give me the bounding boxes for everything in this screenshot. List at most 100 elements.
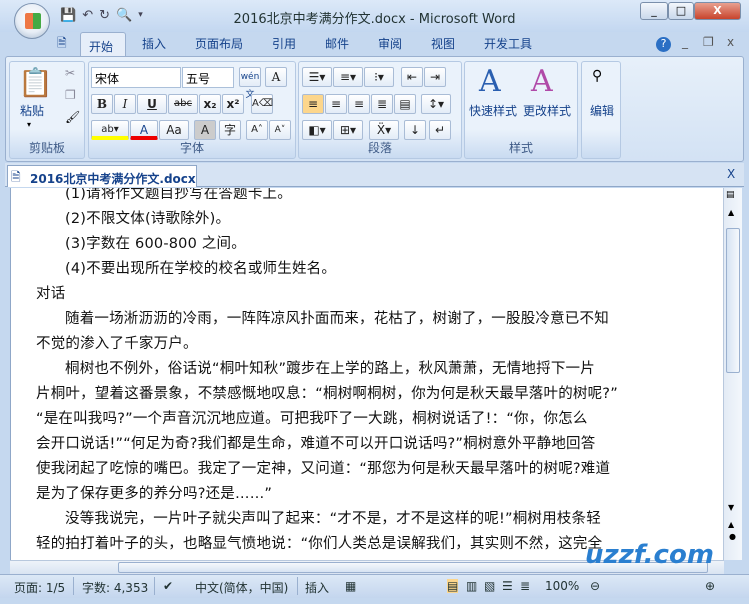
subscript-button[interactable]: x₂ bbox=[199, 94, 221, 114]
borders-button[interactable]: ⊞▾ bbox=[333, 120, 363, 140]
document-line: 桐树也不例外，俗话说“桐叶知秋”踱步在上学的路上，秋风萧萧，无情地捋下一片 bbox=[65, 361, 595, 377]
title-bar: 💾 ↶ ↻ 🔍 ▾ 2016北京中考满分作文.docx - Microsoft … bbox=[0, 0, 749, 32]
close-tab-icon[interactable]: X bbox=[727, 167, 735, 181]
paste-button[interactable]: 粘贴 bbox=[20, 102, 44, 119]
character-shading-button[interactable]: A bbox=[194, 120, 216, 140]
show-marks-button[interactable]: ↵ bbox=[429, 120, 451, 140]
close-button[interactable]: X bbox=[694, 2, 741, 20]
previous-page-icon[interactable]: ▲ bbox=[728, 520, 734, 529]
align-left-button[interactable]: ≡ bbox=[302, 94, 324, 114]
tab-insert[interactable]: 插入 bbox=[142, 35, 166, 52]
macro-record-icon[interactable]: ▦ bbox=[345, 579, 356, 593]
distributed-button[interactable]: ▤ bbox=[394, 94, 416, 114]
tab-references[interactable]: 引用 bbox=[272, 35, 296, 52]
paste-icon[interactable]: 📋 bbox=[18, 66, 53, 99]
phonetic-guide-button[interactable]: wén文 bbox=[239, 67, 261, 100]
find-binoculars-icon[interactable]: ⚲ bbox=[592, 68, 602, 84]
scroll-thumb[interactable] bbox=[726, 228, 740, 373]
document-tab[interactable]: 2016北京中考满分作文.docx bbox=[7, 165, 197, 187]
quick-styles-icon[interactable]: A bbox=[479, 64, 501, 99]
language-status[interactable]: 中文(简体，中国) bbox=[195, 579, 288, 596]
document-line: 是为了保存更多的养分吗?还是……” bbox=[36, 486, 273, 502]
tab-view[interactable]: 视图 bbox=[431, 35, 455, 52]
minimize-button[interactable]: _ bbox=[640, 2, 668, 20]
scroll-down-icon[interactable]: ▼ bbox=[728, 503, 734, 512]
ruler-toggle-icon[interactable]: ▤ bbox=[726, 190, 735, 200]
shrink-font-button[interactable]: A˅ bbox=[269, 120, 291, 140]
clear-formatting-icon[interactable]: A⌫ bbox=[251, 94, 273, 114]
page-count[interactable]: 页面: 1/5 bbox=[14, 579, 65, 596]
tab-page-layout[interactable]: 页面布局 bbox=[195, 35, 243, 52]
font-color-button[interactable]: A bbox=[130, 120, 158, 140]
change-case-button[interactable]: Aa bbox=[159, 120, 189, 140]
cut-icon[interactable]: ✂ bbox=[65, 66, 75, 80]
ribbon: 📋 粘贴 ▾ ✂ ❐ 🖌 剪贴板 宋体 五号 wén文 A B I U abc … bbox=[5, 56, 744, 162]
tab-home[interactable]: 开始 bbox=[80, 32, 126, 57]
document-line: 使我闭起了吃惊的嘴巴。我定了一定神，又问道：“那您为何是秋天最早落叶的树呢?难道 bbox=[36, 461, 611, 477]
sort-button[interactable]: ↓ bbox=[404, 120, 426, 140]
superscript-button[interactable]: x² bbox=[222, 94, 244, 114]
italic-button[interactable]: I bbox=[114, 94, 136, 114]
align-center-button[interactable]: ≡ bbox=[325, 94, 347, 114]
font-name-select[interactable]: 宋体 bbox=[91, 67, 181, 88]
bullets-button[interactable]: ☰▾ bbox=[302, 67, 332, 87]
decrease-indent-button[interactable]: ⇤ bbox=[401, 67, 423, 87]
zoom-level[interactable]: 100% bbox=[545, 579, 579, 593]
scroll-up-icon[interactable]: ▲ bbox=[728, 208, 734, 217]
doc-restore-icon[interactable]: ❐ bbox=[703, 35, 714, 49]
web-layout-icon[interactable]: ▧ bbox=[484, 579, 495, 593]
format-painter-icon[interactable]: 🖌 bbox=[65, 110, 80, 124]
office-logo-icon bbox=[25, 13, 41, 29]
enclose-characters-button[interactable]: 字 bbox=[219, 120, 241, 140]
restore-button[interactable]: □ bbox=[668, 2, 694, 20]
numbering-button[interactable]: ≡▾ bbox=[333, 67, 363, 87]
styles-label: 样式 bbox=[508, 141, 533, 155]
align-right-button[interactable]: ≡ bbox=[348, 94, 370, 114]
ribbon-tabs: 🗎 开始 插入 页面布局 引用 邮件 审阅 视图 开发工具 ? _ ❐ x bbox=[0, 32, 749, 57]
print-layout-view-icon[interactable]: ▤ bbox=[447, 579, 459, 593]
multilevel-list-button[interactable]: ⁝▾ bbox=[364, 67, 394, 87]
paste-dropdown-icon[interactable]: ▾ bbox=[27, 120, 31, 129]
editing-button[interactable]: 编辑 bbox=[590, 102, 614, 119]
line-spacing-button[interactable]: ↕▾ bbox=[421, 94, 451, 114]
browse-object-icon[interactable]: ● bbox=[729, 532, 736, 541]
character-border-button[interactable]: A bbox=[265, 67, 287, 87]
change-styles-button[interactable]: 更改样式 bbox=[523, 102, 571, 119]
document-line: 随着一场淅沥沥的冷雨，一阵阵凉风扑面而来，花枯了，树谢了，一股股冷意已不知 bbox=[65, 311, 609, 327]
increase-indent-button[interactable]: ⇥ bbox=[424, 67, 446, 87]
document-line: “是在叫我吗?”一个声音沉沉地应道。可把我吓了一大跳，桐树说话了!：“你，你怎么 bbox=[36, 411, 588, 427]
tab-mailings[interactable]: 邮件 bbox=[325, 35, 349, 52]
quick-styles-button[interactable]: 快速样式 bbox=[469, 102, 517, 119]
font-size-select[interactable]: 五号 bbox=[182, 67, 234, 88]
shading-button[interactable]: ◧▾ bbox=[302, 120, 332, 140]
vertical-scrollbar[interactable]: ▤ ▲ ▼ ▲ ● bbox=[723, 188, 742, 560]
document-page[interactable]: (1)请将作文题目抄写在答题卡上。 (2)不限文体(诗歌除外)。 (3)字数在 60… bbox=[10, 188, 723, 560]
grow-font-button[interactable]: A˄ bbox=[246, 120, 268, 140]
full-screen-reading-icon[interactable]: ▥ bbox=[466, 579, 477, 593]
doc-close-icon[interactable]: x bbox=[727, 35, 734, 49]
strikethrough-button[interactable]: abc bbox=[168, 94, 198, 114]
zoom-out-icon[interactable]: ⊖ bbox=[590, 579, 600, 593]
document-line: (1)请将作文题目抄写在答题卡上。 bbox=[65, 188, 292, 202]
outline-view-icon[interactable]: ☰ bbox=[502, 579, 513, 593]
document-line: (4)不要出现所在学校的校名或师生姓名。 bbox=[65, 261, 337, 277]
insert-mode[interactable]: 插入 bbox=[305, 579, 329, 596]
paragraph-group: ☰▾ ≡▾ ⁝▾ ⇤ ⇥ ≡ ≡ ≡ ≣ ▤ ↕▾ ◧▾ ⊞▾ Ẍ▾ ↓ ↵ 段… bbox=[298, 61, 462, 159]
tab-developer[interactable]: 开发工具 bbox=[484, 35, 532, 52]
zoom-in-icon[interactable]: ⊕ bbox=[705, 579, 715, 593]
underline-button[interactable]: U bbox=[137, 94, 167, 114]
office-button[interactable] bbox=[14, 3, 50, 39]
tab-review[interactable]: 审阅 bbox=[378, 35, 402, 52]
copy-icon[interactable]: ❐ bbox=[65, 88, 76, 102]
doc-minimize-icon[interactable]: _ bbox=[682, 35, 688, 49]
bold-button[interactable]: B bbox=[91, 94, 113, 114]
justify-button[interactable]: ≣ bbox=[371, 94, 393, 114]
help-icon[interactable]: ? bbox=[656, 37, 671, 52]
highlight-color-button[interactable]: ab▾ bbox=[91, 120, 129, 140]
document-line: (2)不限文体(诗歌除外)。 bbox=[65, 211, 231, 227]
proofing-icon[interactable]: ✔ bbox=[163, 579, 173, 593]
chinese-layout-button[interactable]: Ẍ▾ bbox=[369, 120, 399, 140]
draft-view-icon[interactable]: ≣ bbox=[520, 579, 530, 593]
word-count[interactable]: 字数: 4,353 bbox=[82, 579, 148, 596]
change-styles-icon[interactable]: A bbox=[531, 64, 553, 99]
